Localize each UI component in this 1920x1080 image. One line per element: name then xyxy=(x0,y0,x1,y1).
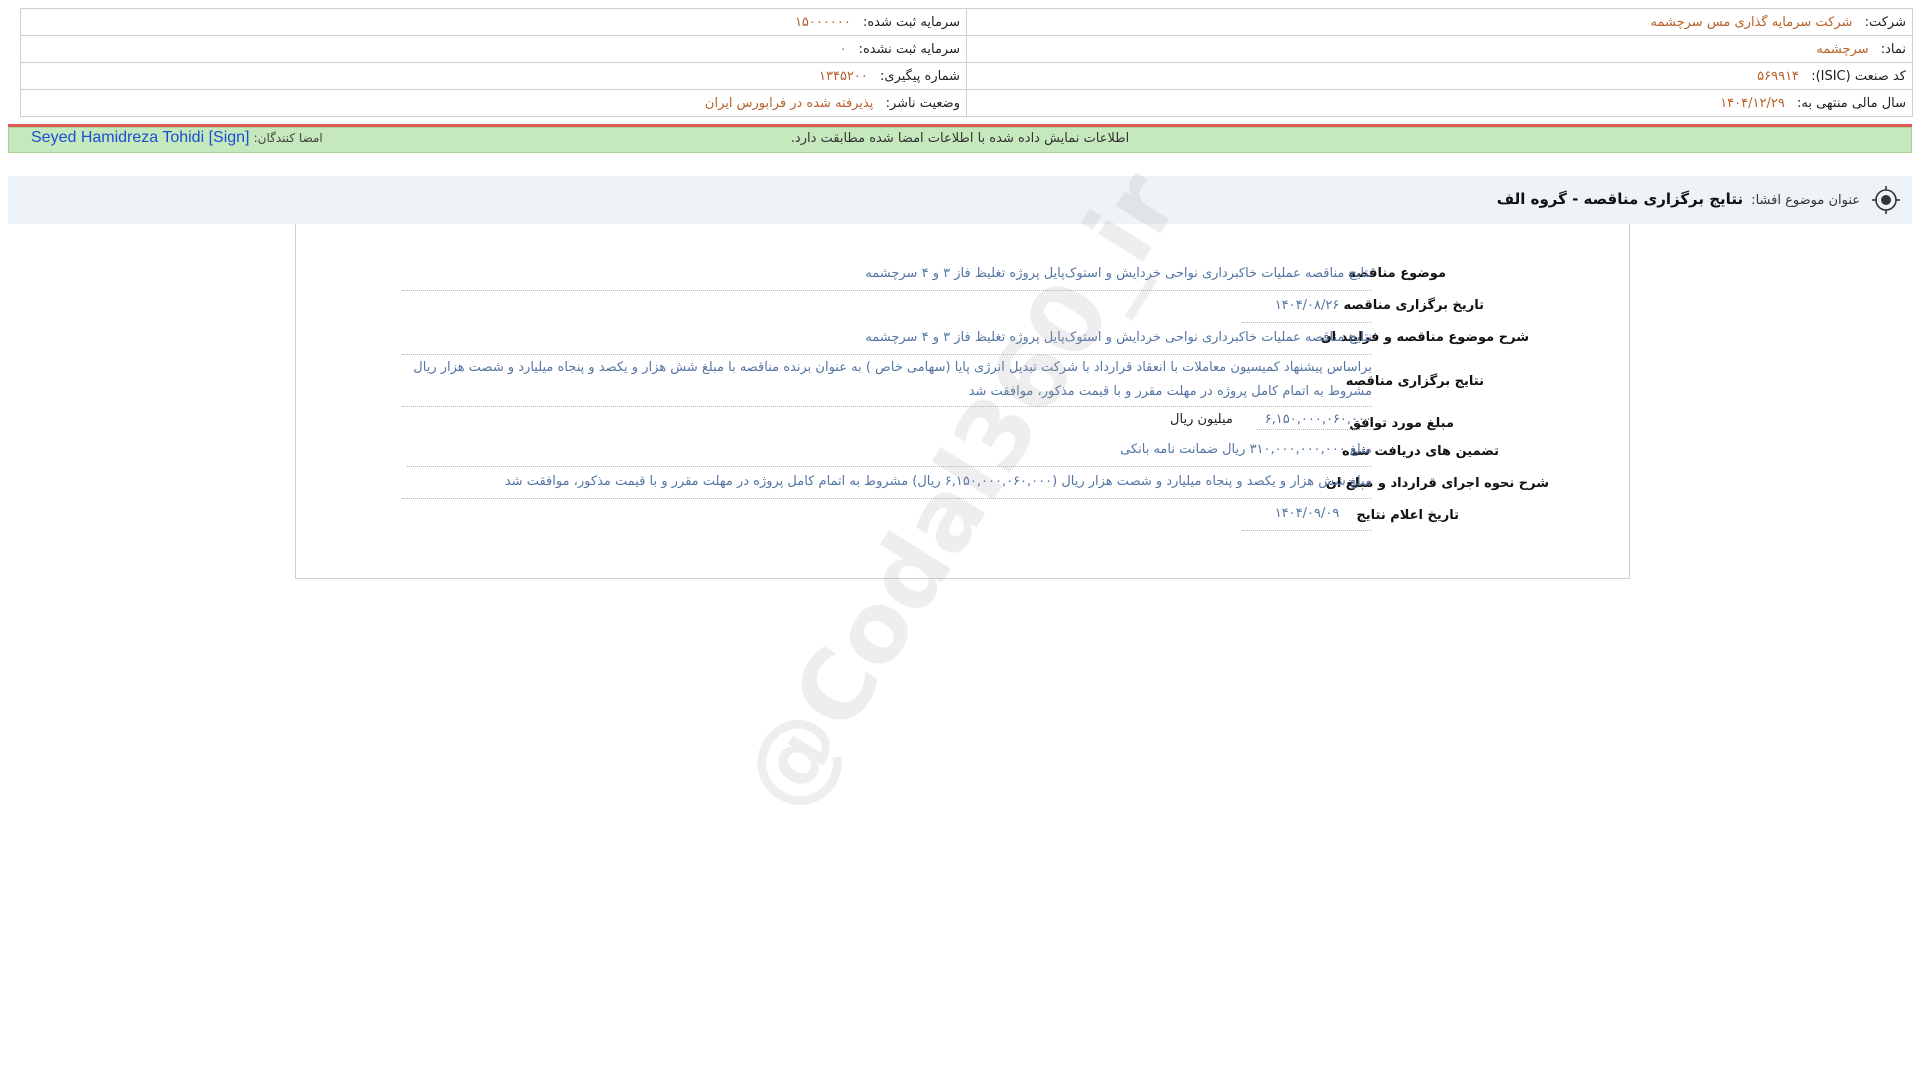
publisher-status-value: پذیرفته شده در فرابورس ایران xyxy=(704,95,874,111)
info-row: سرمایه ثبت نشده: ۰ نماد: سرچشمه xyxy=(20,35,1913,63)
amount-unit: میلیون ریال xyxy=(1170,412,1233,427)
publisher-status-label: وضعیت ناشر: xyxy=(885,95,960,111)
subject-value: نتایج مناقصه عملیات خاکبرداری نواحی خردا… xyxy=(402,260,1372,291)
tender-details: موضوع مناقصه نتایج مناقصه عملیات خاکبردا… xyxy=(295,224,1630,579)
disclosure-title: عنوان موضوع افشا: نتایج برگزاری مناقصه -… xyxy=(1497,190,1860,208)
registered-capital-value: ۱۵۰۰۰۰۰۰ xyxy=(794,14,851,30)
company-value: شرکت سرمایه گذاری مس سرچشمه xyxy=(1650,14,1853,30)
results-value: براساس پیشنهاد کمیسیون معاملات با انعقاد… xyxy=(402,356,1372,407)
verification-message: اطلاعات نمایش داده شده با اطلاعات امضا ش… xyxy=(790,131,1130,146)
unregistered-capital-value: ۰ xyxy=(839,41,847,57)
unregistered-capital-cell: سرمایه ثبت نشده: ۰ xyxy=(20,35,967,63)
fiscal-year-label: سال مالی منتهی به: xyxy=(1796,95,1906,111)
fiscal-year-cell: سال مالی منتهی به: ۱۴۰۴/۱۲/۲۹ xyxy=(966,89,1913,117)
company-label: شرکت: xyxy=(1864,14,1906,30)
isic-value: ۵۶۹۹۱۴ xyxy=(1757,68,1800,84)
company-cell: شرکت: شرکت سرمایه گذاری مس سرچشمه xyxy=(966,8,1913,36)
guarantees-value: مبلغ ۳۱۰,۰۰۰,۰۰۰,۰۰۰ ریال ضمانت نامه بان… xyxy=(407,436,1372,467)
tracking-value: ۱۳۴۵۲۰۰ xyxy=(819,68,868,84)
disclosure-title-bar: عنوان موضوع افشا: نتایج برگزاری مناقصه -… xyxy=(8,176,1912,224)
unregistered-capital-label: سرمایه ثبت نشده: xyxy=(858,41,960,57)
verification-bar: امضا کنندگان: Seyed Hamidreza Tohidi [Si… xyxy=(8,127,1912,153)
tracking-cell: شماره پیگیری: ۱۳۴۵۲۰۰ xyxy=(20,62,967,90)
isic-label: کد صنعت (ISIC): xyxy=(1811,68,1906,84)
amount-group: ۶,۱۵۰,۰۰۰,۰۶۰,۰۰۰ میلیون ریال xyxy=(1170,412,1372,430)
title-label: عنوان موضوع افشا: xyxy=(1751,193,1860,208)
symbol-value: سرچشمه xyxy=(1816,41,1869,57)
contract-value: مبلغ شش هزار و یکصد و پنجاه میلیارد و شص… xyxy=(402,468,1372,499)
date-value: ۱۴۰۴/۰۸/۲۶ xyxy=(1242,292,1372,323)
publisher-status-cell: وضعیت ناشر: پذیرفته شده در فرابورس ایران xyxy=(20,89,967,117)
target-icon xyxy=(1870,184,1902,216)
fiscal-year-value: ۱۴۰۴/۱۲/۲۹ xyxy=(1720,95,1785,111)
tracking-label: شماره پیگیری: xyxy=(880,68,960,84)
registered-capital-cell: سرمایه ثبت شده: ۱۵۰۰۰۰۰۰ xyxy=(20,8,967,36)
amount-value: ۶,۱۵۰,۰۰۰,۰۶۰,۰۰۰ xyxy=(1257,412,1372,430)
registered-capital-label: سرمایه ثبت شده: xyxy=(862,14,960,30)
isic-cell: کد صنعت (ISIC): ۵۶۹۹۱۴ xyxy=(966,62,1913,90)
info-row: سرمایه ثبت شده: ۱۵۰۰۰۰۰۰ شرکت: شرکت سرما… xyxy=(20,8,1913,36)
description-value: نتایج مناقصه عملیات خاکبرداری نواحی خردا… xyxy=(402,324,1372,355)
info-row: وضعیت ناشر: پذیرفته شده در فرابورس ایران… xyxy=(20,89,1913,117)
announce-value: ۱۴۰۴/۰۹/۰۹ xyxy=(1242,500,1372,531)
symbol-label: نماد: xyxy=(1880,41,1906,57)
symbol-cell: نماد: سرچشمه xyxy=(966,35,1913,63)
title-value: نتایج برگزاری مناقصه - گروه الف xyxy=(1496,190,1744,208)
info-row: شماره پیگیری: ۱۳۴۵۲۰۰ کد صنعت (ISIC): ۵۶… xyxy=(20,62,1913,90)
company-info-table: سرمایه ثبت شده: ۱۵۰۰۰۰۰۰ شرکت: شرکت سرما… xyxy=(20,8,1913,117)
